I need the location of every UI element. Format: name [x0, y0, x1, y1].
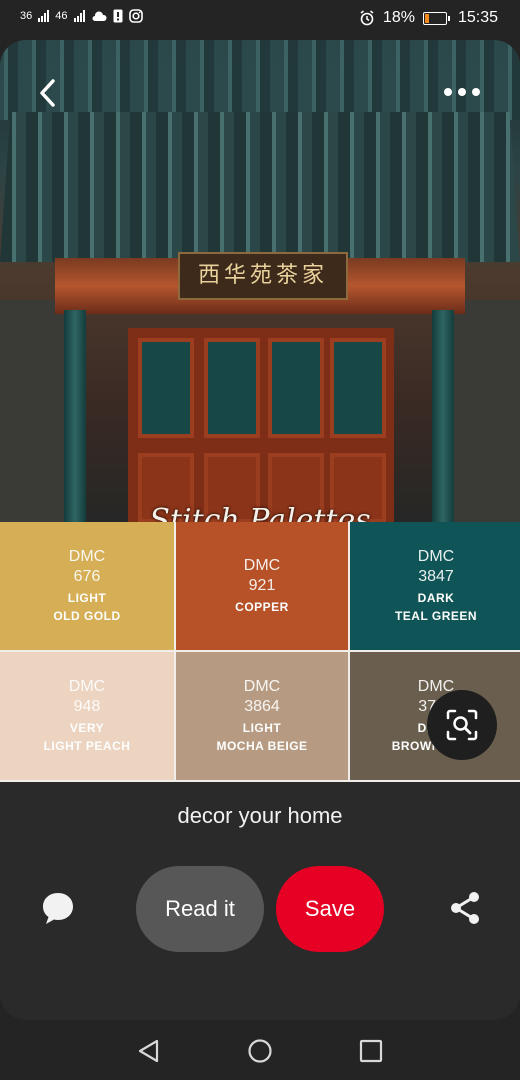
signal-1-label: 36 — [20, 10, 33, 22]
swatch-brand: DMC — [243, 557, 281, 574]
swatch-number: 948 — [73, 698, 101, 715]
signal-2-label: 46 — [55, 10, 68, 22]
cloud-icon — [92, 10, 107, 21]
swatch-name-line2: COPPER — [235, 600, 289, 614]
visual-search-button[interactable] — [427, 690, 497, 760]
swatch-number: 676 — [73, 568, 101, 585]
nav-recents-button[interactable] — [358, 1038, 384, 1069]
palette-swatch: DMC 3864 LIGHT MOCHA BEIGE — [176, 652, 348, 780]
circle-home-icon — [248, 1039, 272, 1063]
palette-swatch: DMC 676 LIGHT OLD GOLD — [0, 522, 174, 650]
palette-swatch: DMC 948 VERY LIGHT PEACH — [0, 652, 174, 780]
nav-home-button[interactable] — [247, 1038, 273, 1069]
alarm-icon — [360, 10, 374, 26]
triangle-back-icon — [138, 1039, 159, 1063]
share-button[interactable] — [447, 890, 483, 931]
square-recents-icon — [359, 1039, 383, 1063]
lens-search-icon — [446, 709, 478, 741]
palette-swatch: DMC 3847 DARK TEAL GREEN — [350, 522, 520, 650]
swatch-name-line1: DARK — [417, 591, 455, 605]
pin-image[interactable]: 西华苑茶家 Stitch Palettes — [0, 40, 520, 560]
dot-icon — [458, 88, 466, 96]
pin-title: decor your home — [177, 803, 343, 828]
palette-swatch: DMC 921 COPPER — [176, 522, 348, 650]
back-button[interactable] — [36, 78, 58, 114]
swatch-name-line2: LIGHT PEACH — [43, 739, 131, 753]
swatch-number: 921 — [248, 577, 276, 594]
swatch-brand: DMC — [243, 678, 281, 695]
read-it-button[interactable]: Read it — [136, 866, 264, 952]
door-panel — [204, 338, 260, 438]
gate-sign: 西华苑茶家 — [178, 252, 348, 300]
door-panel — [330, 338, 386, 438]
roof-main — [0, 112, 520, 262]
status-bar: 36 46 18% 15:35 — [0, 0, 520, 38]
roof-upper — [0, 40, 520, 120]
dot-icon — [472, 88, 480, 96]
swatch-name-line1: LIGHT — [242, 721, 282, 735]
battery-percent: 18% — [382, 9, 415, 26]
sim-warning-icon — [113, 9, 122, 23]
door-panel — [268, 338, 324, 438]
comment-button[interactable] — [40, 890, 76, 931]
swatch-brand: DMC — [417, 548, 455, 565]
share-icon — [451, 892, 479, 924]
swatch-name-line2: TEAL GREEN — [394, 609, 478, 623]
door-panel — [138, 338, 194, 438]
battery-icon — [422, 11, 450, 25]
swatch-name-line2: MOCHA BEIGE — [216, 739, 308, 753]
swatch-brand: DMC — [68, 678, 106, 695]
save-button[interactable]: Save — [276, 866, 384, 952]
signal-icon — [38, 10, 50, 22]
chevron-left-icon — [40, 79, 55, 107]
swatch-brand: DMC — [68, 548, 106, 565]
instagram-icon — [128, 9, 143, 23]
swatch-name-line2: OLD GOLD — [53, 609, 121, 623]
dot-icon — [444, 88, 452, 96]
clock: 15:35 — [457, 9, 498, 26]
comment-icon — [43, 893, 73, 924]
nav-back-button[interactable] — [136, 1038, 162, 1069]
swatch-name-line1: VERY — [69, 721, 105, 735]
swatch-number: 3864 — [244, 698, 280, 715]
signal-icon — [73, 10, 85, 22]
system-nav-bar — [0, 1020, 520, 1080]
more-options-button[interactable] — [444, 88, 480, 96]
swatch-number: 3847 — [418, 568, 454, 585]
swatch-name-line1: LIGHT — [67, 591, 107, 605]
